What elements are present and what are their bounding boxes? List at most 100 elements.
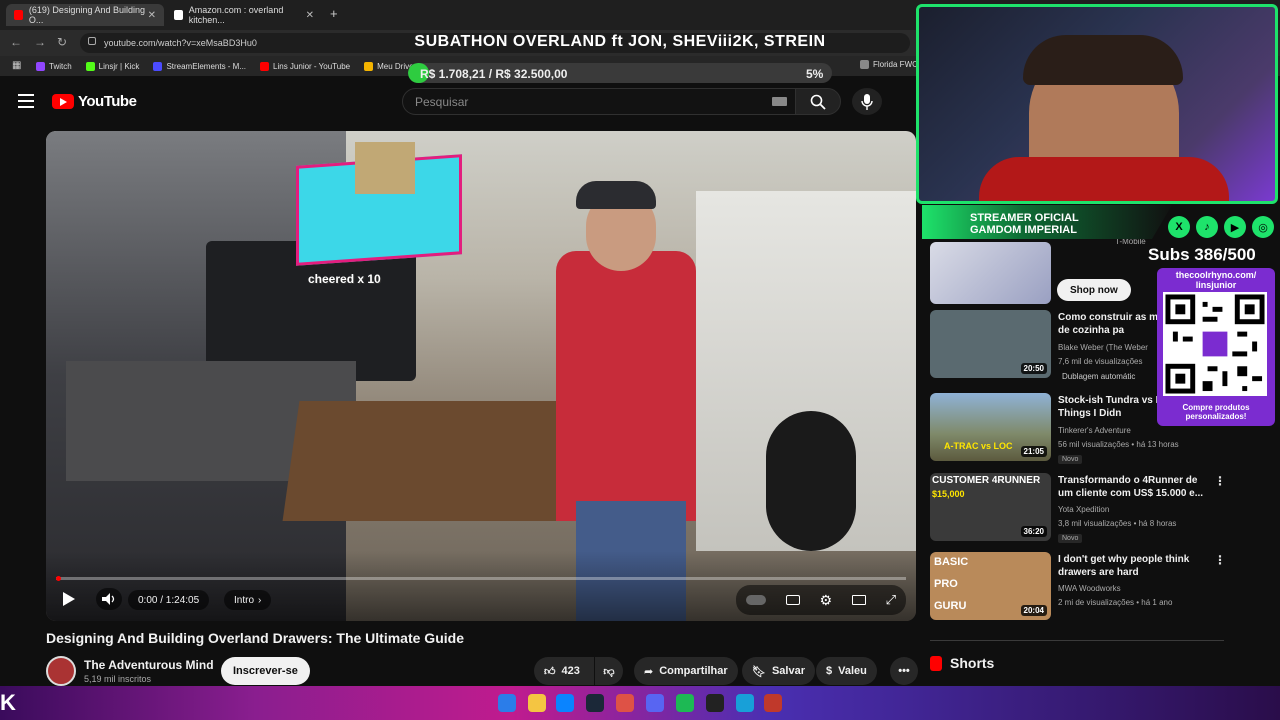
share-arrow-icon: ➦	[644, 665, 654, 678]
spotify-icon[interactable]	[676, 694, 694, 712]
app-icon[interactable]	[736, 694, 754, 712]
save-button[interactable]: 🔖︎ Salvar	[742, 657, 815, 685]
kebab-menu-icon[interactable]: ⋮	[1214, 553, 1226, 567]
rec-channel-4[interactable]: MWA Woodworks	[1058, 584, 1121, 593]
sponsor-line-2: GAMDOM IMPERIAL	[970, 224, 1077, 236]
chapter-button[interactable]: Intro ›	[224, 590, 272, 610]
kick-icon	[85, 61, 95, 71]
qr-caption-line-2: personalizados!	[1185, 412, 1247, 421]
shop-product-thumbnail[interactable]	[930, 242, 1051, 304]
chapter-text: Intro	[234, 594, 255, 606]
fullscreen-icon[interactable]: ⤢	[886, 592, 896, 608]
rec-thumbnail-2[interactable]: A-TRAC vs LOC 21:05	[930, 393, 1051, 461]
video-player[interactable]	[46, 131, 916, 621]
shorts-section-header: Shorts	[930, 655, 994, 671]
channel-avatar[interactable]	[46, 656, 76, 686]
more-actions-button[interactable]: •••	[890, 657, 918, 685]
goal-amount-text: R$ 1.708,21 / R$ 32.500,00	[420, 67, 568, 81]
forward-arrow-icon[interactable]: →	[34, 35, 46, 49]
file-explorer-icon[interactable]	[528, 694, 546, 712]
volume-button[interactable]	[96, 588, 122, 610]
tire-shape	[766, 411, 856, 551]
shorts-label: Shorts	[950, 655, 995, 671]
thanks-button[interactable]: $ Valeu	[816, 657, 877, 685]
duration-badge: 20:04	[1020, 605, 1047, 616]
save-label: Salvar	[771, 665, 805, 677]
qr-caption-line-1: Compre produtos	[1182, 403, 1250, 412]
keyboard-icon[interactable]	[772, 97, 787, 106]
kick-logo-icon: K	[0, 690, 16, 715]
rec-thumbnail-3[interactable]: CUSTOMER 4RUNNER $15,000 36:20	[930, 473, 1051, 541]
super-thanks-icon: $	[826, 665, 833, 677]
browser-tab-amazon[interactable]: Amazon.com : overland kitchen... ✕	[166, 4, 322, 26]
search-input[interactable]: Pesquisar	[402, 88, 796, 115]
rec-channel-1[interactable]: Blake Weber (The Weber	[1058, 343, 1148, 352]
subtitles-icon[interactable]	[785, 595, 800, 605]
app-icon[interactable]	[764, 694, 782, 712]
duration-badge: 20:50	[1020, 363, 1047, 374]
search-placeholder: Pesquisar	[415, 94, 469, 109]
thumb-text: GURU	[934, 600, 967, 612]
drive-icon	[364, 61, 374, 71]
video-progress-bar[interactable]	[56, 577, 906, 580]
goal-percent-text: 5%	[806, 67, 824, 81]
bookmark-twitch[interactable]: Twitch	[36, 61, 72, 71]
sponsor-banner-text: STREAMER OFICIAL GAMDOM IMPERIAL	[970, 212, 1079, 236]
duration-badge: 21:05	[1020, 446, 1047, 457]
browser-tab-youtube[interactable]: (619) Designing And Building O... ✕	[6, 4, 164, 26]
discord-icon[interactable]	[646, 694, 664, 712]
channel-name[interactable]: The Adventurous Mind	[84, 658, 214, 672]
windows-start-icon[interactable]	[498, 694, 516, 712]
miniplayer-icon[interactable]	[851, 595, 866, 605]
reload-icon[interactable]: ↻	[57, 35, 67, 49]
youtube-logo[interactable]: YouTube	[52, 93, 137, 110]
subscribe-button[interactable]: Inscrever-se	[221, 657, 310, 685]
chrome-icon[interactable]	[616, 694, 634, 712]
edge-icon[interactable]	[556, 694, 574, 712]
bookmark-label: Lins Junior - YouTube	[273, 61, 351, 71]
share-button[interactable]: ➦ Compartilhar	[634, 657, 738, 685]
bookmark-kick[interactable]: Linsjr | Kick	[85, 61, 139, 71]
close-tab-icon[interactable]: ✕	[306, 10, 314, 21]
bookmark-streamelements[interactable]: StreamElements - M...	[153, 61, 246, 71]
obs-icon[interactable]	[706, 694, 724, 712]
apps-grid-icon[interactable]: ▦	[12, 60, 21, 71]
settings-gear-icon[interactable]: ⚙	[819, 592, 832, 609]
instagram-icon: ◎	[1252, 216, 1274, 238]
kebab-menu-icon[interactable]: ⋮	[1214, 474, 1226, 488]
bookmark-label: Twitch	[49, 61, 72, 71]
rec-meta-2: 56 mil visualizações • há 13 horas	[1058, 440, 1179, 449]
progress-scrubber[interactable]	[56, 576, 61, 581]
play-button[interactable]	[62, 591, 76, 607]
rec-channel-3[interactable]: Yota Xpedition	[1058, 505, 1109, 514]
bookmark-florida[interactable]: Florida FWC	[860, 60, 918, 69]
dislike-button[interactable]: 👎︎	[595, 657, 623, 685]
qr-link-line-2: linsjunior	[1195, 280, 1237, 290]
hamburger-menu-icon[interactable]	[18, 94, 34, 112]
bookmark-label: Florida FWC	[873, 60, 918, 69]
rec-thumbnail-4[interactable]: BASIC PRO GURU 20:04	[930, 552, 1051, 620]
search-button[interactable]	[795, 88, 841, 115]
rec-channel-2[interactable]: Tinkerer's Adventure	[1058, 426, 1131, 435]
autoplay-toggle-icon[interactable]	[745, 595, 766, 605]
like-button[interactable]: 👍︎ 423	[534, 657, 594, 685]
thumb-text: A-TRAC vs LOC	[944, 441, 1013, 451]
bookmark-drive[interactable]: Meu Drive	[364, 61, 414, 71]
bookmark-youtube[interactable]: Lins Junior - YouTube	[260, 61, 351, 71]
back-arrow-icon[interactable]: ←	[10, 35, 22, 49]
drawer-open-shape	[282, 401, 590, 521]
tab-label: Amazon.com : overland kitchen...	[188, 5, 284, 25]
new-tab-button[interactable]: +	[330, 6, 338, 21]
os-taskbar	[0, 686, 1280, 720]
close-tab-icon[interactable]: ✕	[148, 10, 156, 21]
bookmark-icon: 🔖︎	[752, 665, 766, 678]
voice-search-button[interactable]	[852, 88, 882, 115]
like-count: 423	[561, 665, 580, 677]
rec-title-3[interactable]: Transformando o 4Runner de um cliente co…	[1058, 474, 1214, 500]
shop-now-button[interactable]: Shop now	[1057, 279, 1131, 301]
rec-thumbnail-1[interactable]: 20:50	[930, 310, 1051, 378]
site-info-icon[interactable]	[88, 37, 96, 45]
person-cap-shape	[576, 181, 656, 209]
steam-icon[interactable]	[586, 694, 604, 712]
rec-title-4[interactable]: I don't get why people think drawers are…	[1058, 553, 1214, 579]
